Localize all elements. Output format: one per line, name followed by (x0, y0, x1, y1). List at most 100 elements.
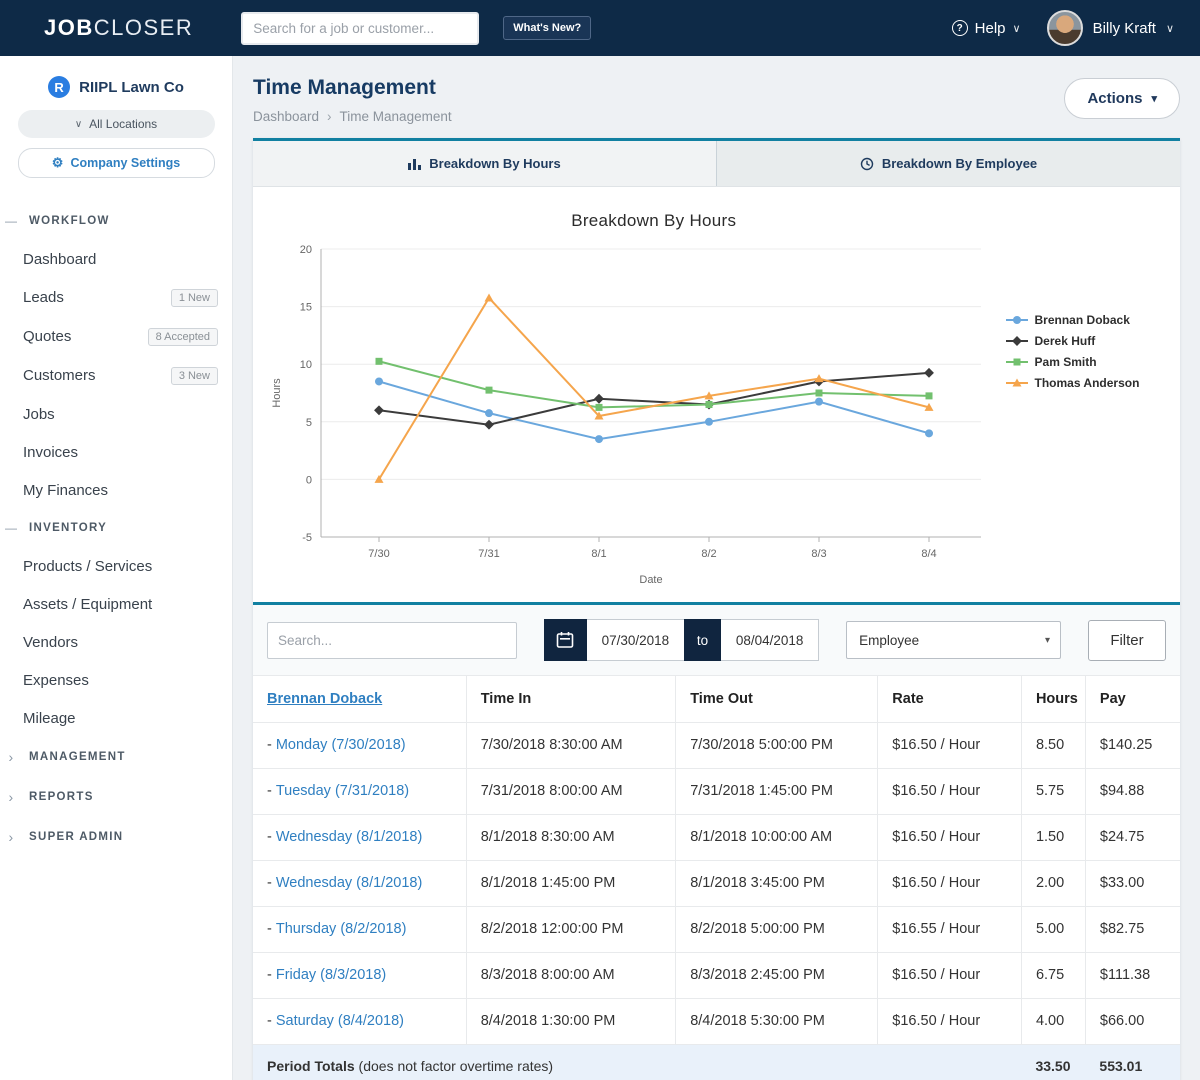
sidebar-section-workflow[interactable]: WORKFLOW (0, 202, 232, 240)
location-selector[interactable]: All Locations (18, 110, 215, 138)
table-row: -Saturday (8/4/2018) 8/4/2018 1:30:00 PM… (253, 998, 1180, 1044)
cell-time-out: 8/4/2018 5:30:00 PM (676, 998, 878, 1044)
nav-item-label: Jobs (23, 406, 55, 423)
cell-day: -Wednesday (8/1/2018) (253, 814, 466, 860)
section-label: MANAGEMENT (29, 751, 126, 763)
totals-row: Period Totals (does not factor overtime … (253, 1044, 1180, 1080)
nav-item-label: Vendors (23, 634, 78, 651)
dash-prefix: - (267, 737, 272, 753)
employee-select[interactable]: Employee (846, 621, 1061, 659)
svg-text:8/4: 8/4 (921, 548, 936, 560)
company-name: RIIPL Lawn Co (79, 79, 184, 96)
sidebar-section-reports[interactable]: REPORTS (0, 777, 232, 817)
legend-item[interactable]: Thomas Anderson (1005, 376, 1178, 390)
breadcrumb-link-dashboard[interactable]: Dashboard (253, 109, 319, 124)
day-link[interactable]: Thursday (8/2/2018) (276, 921, 407, 937)
section-label: INVENTORY (29, 522, 107, 534)
legend-item[interactable]: Brennan Doback (1005, 313, 1178, 327)
filter-button[interactable]: Filter (1088, 620, 1166, 661)
dash-prefix: - (267, 921, 272, 937)
cell-hours: 1.50 (1021, 814, 1085, 860)
legend-marker-icon (1005, 377, 1029, 389)
sidebar-item-invoices[interactable]: Invoices (0, 433, 232, 471)
totals-hours: 33.50 (1021, 1044, 1085, 1080)
help-label: Help (975, 20, 1006, 37)
table-row: -Wednesday (8/1/2018) 8/1/2018 1:45:00 P… (253, 860, 1180, 906)
nav-item-label: Invoices (23, 444, 78, 461)
cell-rate: $16.55 / Hour (878, 906, 1022, 952)
actions-button[interactable]: Actions (1064, 78, 1180, 119)
customers-badge: 3 New (171, 367, 218, 385)
global-search-input[interactable] (241, 12, 479, 45)
cell-rate: $16.50 / Hour (878, 768, 1022, 814)
sidebar-item-dashboard[interactable]: Dashboard (0, 240, 232, 278)
main-content: Time Management Dashboard Time Managemen… (233, 56, 1200, 1080)
logo-text-bold: JOB (44, 15, 94, 40)
tab-breakdown-by-employee[interactable]: Breakdown By Employee (716, 141, 1180, 186)
svg-text:7/31: 7/31 (478, 548, 499, 560)
cell-time-out: 8/1/2018 10:00:00 AM (676, 814, 878, 860)
section-label: SUPER ADMIN (29, 831, 123, 843)
whats-new-button[interactable]: What's New? (503, 16, 591, 40)
nav-item-label: Mileage (23, 710, 76, 727)
chart-legend: Brennan Doback Derek Huff Pam Smith Thomas … (1005, 191, 1178, 592)
sidebar-item-expenses[interactable]: Expenses (0, 661, 232, 699)
day-link[interactable]: Wednesday (8/1/2018) (276, 875, 422, 891)
sidebar-item-assets-equipment[interactable]: Assets / Equipment (0, 585, 232, 623)
top-navbar: JOBCLOSER What's New? Help Billy Kraft (0, 0, 1200, 56)
company-header[interactable]: R RIIPL Lawn Co (0, 56, 232, 110)
day-link[interactable]: Saturday (8/4/2018) (276, 1013, 404, 1029)
company-settings-button[interactable]: Company Settings (18, 148, 215, 178)
cell-hours: 5.00 (1021, 906, 1085, 952)
actions-label: Actions (1087, 90, 1142, 107)
user-menu[interactable]: Billy Kraft (1047, 10, 1174, 46)
chevron-right-icon (5, 829, 18, 845)
logo[interactable]: JOBCLOSER (44, 15, 193, 41)
sidebar-item-leads[interactable]: Leads1 New (0, 278, 232, 317)
legend-marker-icon (1005, 335, 1029, 347)
legend-label: Brennan Doback (1035, 313, 1130, 327)
sidebar-section-management[interactable]: MANAGEMENT (0, 737, 232, 777)
nav-item-label: Dashboard (23, 251, 96, 268)
help-menu[interactable]: Help (952, 20, 1021, 37)
day-link[interactable]: Wednesday (8/1/2018) (276, 829, 422, 845)
svg-text:8/3: 8/3 (811, 548, 826, 560)
cell-time-in: 8/1/2018 8:30:00 AM (466, 814, 676, 860)
legend-item[interactable]: Pam Smith (1005, 355, 1178, 369)
table-search-input[interactable] (267, 622, 517, 659)
sidebar-item-jobs[interactable]: Jobs (0, 395, 232, 433)
date-to-input[interactable]: 08/04/2018 (721, 633, 818, 648)
date-from-input[interactable]: 07/30/2018 (587, 633, 684, 648)
quotes-badge: 8 Accepted (148, 328, 218, 346)
table-row: -Friday (8/3/2018) 8/3/2018 8:00:00 AM 8… (253, 952, 1180, 998)
cell-time-in: 8/4/2018 1:30:00 PM (466, 998, 676, 1044)
breadcrumb: Dashboard Time Management (253, 109, 452, 124)
svg-text:10: 10 (300, 359, 312, 371)
day-link[interactable]: Monday (7/30/2018) (276, 737, 406, 753)
time-entries-table: Brennan Doback Time In Time Out Rate Hou… (253, 676, 1180, 1080)
cell-time-out: 7/30/2018 5:00:00 PM (676, 722, 878, 768)
sidebar-item-quotes[interactable]: Quotes8 Accepted (0, 317, 232, 356)
tab-breakdown-by-hours[interactable]: Breakdown By Hours (253, 141, 716, 186)
svg-text:5: 5 (306, 417, 312, 429)
sidebar-item-products-services[interactable]: Products / Services (0, 547, 232, 585)
cell-time-out: 8/1/2018 3:45:00 PM (676, 860, 878, 906)
legend-item[interactable]: Derek Huff (1005, 334, 1178, 348)
svg-text:15: 15 (300, 302, 312, 314)
cell-hours: 2.00 (1021, 860, 1085, 906)
sidebar-section-super-admin[interactable]: SUPER ADMIN (0, 817, 232, 857)
sidebar-item-customers[interactable]: Customers3 New (0, 356, 232, 395)
sidebar-item-my-finances[interactable]: My Finances (0, 471, 232, 509)
day-link[interactable]: Tuesday (7/31/2018) (276, 783, 409, 799)
calendar-button[interactable] (544, 619, 587, 661)
sidebar-item-vendors[interactable]: Vendors (0, 623, 232, 661)
sidebar-item-mileage[interactable]: Mileage (0, 699, 232, 737)
chevron-right-icon (5, 749, 18, 765)
sidebar-section-inventory[interactable]: INVENTORY (0, 509, 232, 547)
line-chart: -5051015207/307/318/18/28/38/4DateHours (261, 235, 1003, 587)
day-link[interactable]: Friday (8/3/2018) (276, 967, 386, 983)
cell-day: -Monday (7/30/2018) (253, 722, 466, 768)
nav-item-label: Products / Services (23, 558, 152, 575)
cell-hours: 8.50 (1021, 722, 1085, 768)
employee-name-link[interactable]: Brennan Doback (267, 691, 382, 707)
